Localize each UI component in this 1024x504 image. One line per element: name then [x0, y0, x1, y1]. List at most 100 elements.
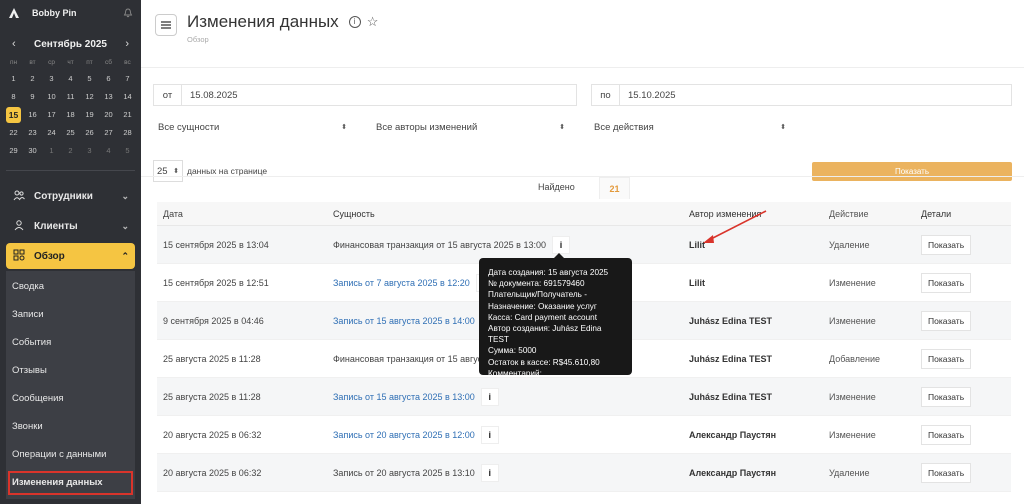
cell-date: 20 августа 2025 в 06:32 [163, 429, 262, 440]
select-arrows-icon: ⬍ [173, 168, 179, 175]
page-title: Изменения данных [187, 12, 339, 31]
sidebar-item-clients[interactable]: Клиенты ⌄ [0, 211, 141, 241]
column-header-details: Детали [921, 208, 952, 219]
calendar-day[interactable]: 4 [99, 142, 118, 160]
calendar-day[interactable]: 19 [80, 106, 99, 124]
calendar-day[interactable]: 16 [23, 106, 42, 124]
calendar-day[interactable]: 7 [118, 70, 137, 88]
calendar-day[interactable]: 3 [42, 70, 61, 88]
sidebar-item-employees[interactable]: Сотрудники ⌄ [0, 181, 141, 211]
prev-month-icon[interactable]: ‹ [12, 38, 16, 50]
calendar-day[interactable]: 24 [42, 124, 61, 142]
info-icon[interactable]: i [551, 235, 570, 254]
tooltip-line: Сумма: 5000 [488, 346, 537, 356]
sidebar-item-reviews[interactable]: Отзывы [6, 357, 135, 385]
column-header-action[interactable]: Действие [825, 209, 917, 219]
calendar-month: Сентябрь 2025 [33, 38, 107, 50]
calendar-day[interactable]: 1 [4, 70, 23, 88]
calendar-day[interactable]: 1 [42, 142, 61, 160]
menu-button[interactable] [155, 14, 177, 36]
cell-entity: Финансовая транзакция от 15 августа 2025… [327, 235, 685, 254]
sidebar-item-records[interactable]: Записи [6, 301, 135, 329]
cell-entity: Запись от 15 августа 2025 в 13:00 i [327, 387, 685, 406]
calendar-day[interactable]: 9 [23, 88, 42, 106]
calendar-day[interactable]: 11 [61, 88, 80, 106]
calendar-grid: пн вт ср чт пт сб вс 1 2 3 4 5 6 7 8 9 10 11 12 13 14 15 16 17 1… [4, 56, 137, 160]
chevron-up-icon: ⌃ [121, 250, 129, 261]
cell-author: Juhász Edina TEST [689, 353, 773, 364]
cell-author: Александр Паустян [689, 429, 777, 440]
entity-link[interactable]: Запись от 7 августа 2025 в 12:20 [333, 278, 470, 288]
entity-link[interactable]: Запись от 15 августа 2025 в 13:00 [333, 392, 475, 402]
date-from-field[interactable]: от 15.08.2025 [153, 84, 577, 106]
show-details-button[interactable]: Показать [921, 310, 972, 331]
sidebar-item-summary[interactable]: Сводка [6, 273, 135, 301]
cell-action: Удаление [829, 239, 870, 250]
info-icon[interactable]: i [480, 425, 499, 444]
calendar-day[interactable]: 23 [23, 124, 42, 142]
author-select[interactable]: Все авторы изменений ⬍ [371, 116, 569, 138]
sidebar-item-calls[interactable]: Звонки [6, 413, 135, 441]
show-details-button[interactable]: Показать [921, 272, 972, 293]
calendar-day[interactable]: 3 [80, 142, 99, 160]
app-name: Bobby Pin [32, 8, 77, 18]
star-icon[interactable]: ☆ [367, 14, 379, 30]
calendar-day[interactable]: 17 [42, 106, 61, 124]
show-details-button[interactable]: Показать [921, 424, 972, 445]
info-icon[interactable]: i [480, 387, 499, 406]
calendar-day[interactable]: 2 [61, 142, 80, 160]
table-row: 20 августа 2025 в 06:32 Запись от 20 авгу… [157, 454, 1011, 492]
info-icon[interactable]: i [348, 16, 361, 28]
calendar-day[interactable]: 27 [99, 124, 118, 142]
calendar-day[interactable]: 26 [80, 124, 99, 142]
next-month-icon[interactable]: › [125, 38, 129, 50]
calendar-day[interactable]: 5 [80, 70, 99, 88]
calendar-day[interactable]: 18 [61, 106, 80, 124]
bell-icon[interactable] [123, 8, 133, 18]
calendar-day[interactable]: 13 [99, 88, 118, 106]
calendar-day[interactable]: 5 [118, 142, 137, 160]
calendar-day[interactable]: 12 [80, 88, 99, 106]
action-select-value: Все действия [594, 121, 654, 133]
calendar-day[interactable]: 20 [99, 106, 118, 124]
calendar-day[interactable]: 29 [4, 142, 23, 160]
sidebar-item-overview[interactable]: Обзор ⌃ [6, 243, 135, 269]
sidebar-item-messages[interactable]: Сообщения [6, 385, 135, 413]
action-select[interactable]: Все действия ⬍ [589, 116, 790, 138]
breadcrumb[interactable]: Обзор [187, 35, 378, 44]
column-header-date[interactable]: Дата [157, 209, 327, 219]
calendar-day[interactable]: 30 [23, 142, 42, 160]
sidebar-item-events[interactable]: События [6, 329, 135, 357]
calendar-day[interactable]: 25 [61, 124, 80, 142]
calendar-day[interactable]: 28 [118, 124, 137, 142]
sidebar-item-data-operations[interactable]: Операции с данными [6, 441, 135, 469]
entity-link[interactable]: Запись от 20 августа 2025 в 12:00 [333, 430, 475, 440]
calendar-day[interactable]: 22 [4, 124, 23, 142]
date-to-field[interactable]: по 15.10.2025 [591, 84, 1012, 106]
calendar-day[interactable]: 6 [99, 70, 118, 88]
chevron-down-icon: ⌄ [121, 220, 129, 231]
column-header-entity[interactable]: Сущность [327, 209, 685, 219]
table-row: 25 августа 2025 в 11:28 Запись от 15 авгу… [157, 378, 1011, 416]
sidebar-item-data-changes[interactable]: Изменения данных [8, 471, 133, 495]
sidebar-divider [6, 170, 135, 171]
show-details-button[interactable]: Показать [921, 348, 972, 369]
calendar-day[interactable]: 2 [23, 70, 42, 88]
tooltip-line: Назначение: Оказание услуг [488, 301, 597, 311]
calendar-day[interactable]: 14 [118, 88, 137, 106]
calendar-day[interactable]: 10 [42, 88, 61, 106]
show-details-button[interactable]: Показать [921, 386, 972, 407]
calendar-day[interactable]: 4 [61, 70, 80, 88]
calendar-day[interactable]: 21 [118, 106, 137, 124]
calendar-day[interactable]: 8 [4, 88, 23, 106]
entity-select[interactable]: Все сущности ⬍ [153, 116, 351, 138]
hamburger-icon [161, 21, 171, 29]
show-details-button[interactable]: Показать [921, 234, 972, 255]
show-details-button[interactable]: Показать [921, 462, 972, 483]
calendar-day-number: 11 [66, 92, 75, 101]
cell-details: Показать [917, 234, 1011, 255]
tooltip-line: Касса: Card payment account [488, 312, 597, 322]
calendar-day-today[interactable]: 15 [4, 106, 23, 124]
info-icon[interactable]: i [480, 463, 499, 482]
entity-link[interactable]: Запись от 15 августа 2025 в 14:00 [333, 316, 475, 326]
